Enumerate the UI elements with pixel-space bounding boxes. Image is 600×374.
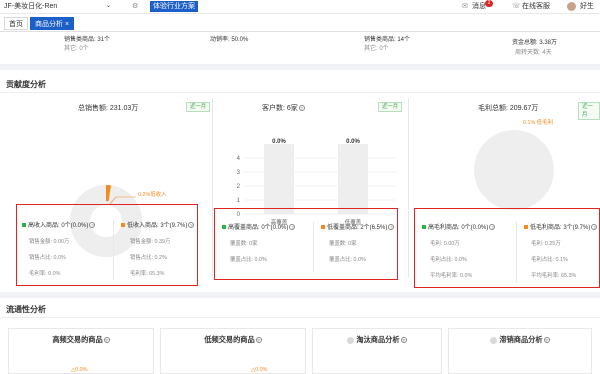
card-title: 低频交易的商品: [204, 335, 255, 344]
high-income-margin: 毛利率: 0.0%: [29, 271, 61, 277]
shop-name[interactable]: JF-美妆日化-Ren: [4, 2, 57, 11]
low-profit-margin: 平均毛利率: 65.3%: [531, 273, 577, 279]
page-tabs: 首页 商品分析 ×: [0, 14, 600, 32]
card-value: △0.0%: [251, 367, 268, 373]
high-income-title[interactable]: 高收入商品: 0个(0.0%)?: [22, 222, 96, 230]
high-coverage-count: 覆盖数: 0家: [230, 241, 258, 247]
high-profit-margin: 平均毛利率: 0.0%: [430, 273, 473, 279]
experience-button[interactable]: 体验行业方案: [150, 1, 198, 12]
high-frequency-card[interactable]: 高频交易的商品? △0.0%: [8, 328, 154, 374]
low-profit-title[interactable]: 低毛利商品: 3个(9.7%)?: [524, 224, 598, 232]
card-icon: [490, 336, 498, 344]
bar-label-high: 0.0%: [272, 139, 286, 145]
tick-label: 4: [237, 156, 241, 162]
section-title: 流通性分析: [6, 305, 46, 314]
help-icon[interactable]: ?: [543, 337, 550, 344]
low-income-label: 0.2%低收入: [138, 192, 167, 198]
turnover-days: 周转天数: 4天: [515, 50, 552, 56]
user-name[interactable]: 好生: [580, 2, 594, 11]
high-profit-title[interactable]: 高毛利商品: 0个(0.0%)?: [422, 224, 496, 232]
other-count-2: 其它: 0个: [364, 46, 389, 52]
help-icon: ?: [188, 222, 195, 229]
headset-icon[interactable]: ☏: [512, 2, 521, 11]
help-icon: ?: [89, 222, 96, 229]
move-rate: 动销率: 50.0%: [210, 37, 249, 43]
tick-label: 2: [237, 184, 241, 190]
card-title: 淘汰商品分析: [356, 335, 400, 344]
period-badge-customers[interactable]: 近一月: [378, 102, 403, 112]
sales-total: 总销售额: 231.03万: [78, 105, 139, 112]
eliminated-card[interactable]: 淘汰商品分析?: [312, 328, 442, 374]
help-icon: ?: [489, 224, 496, 231]
profit-pie: [474, 130, 554, 210]
low-coverage-count: 覆盖数: 0家: [329, 241, 357, 247]
profit-total: 毛利总额: 209.67万: [478, 105, 539, 112]
fund-total: 资金总额: 3.38万: [512, 40, 558, 46]
tick-label: 3: [237, 170, 241, 176]
low-income-margin: 毛利率: 65.3%: [130, 271, 165, 277]
high-coverage-title[interactable]: 高覆盖商品: 0个(0.0%)?: [222, 224, 296, 232]
low-income-amount: 销售金额: 0.39万: [130, 239, 171, 245]
tick-label: 1: [237, 198, 241, 204]
high-profit-ratio: 毛利占比: 0.0%: [430, 257, 467, 263]
gear-icon[interactable]: ⚙: [132, 2, 138, 11]
low-profit-label: 0.1% 低毛利: [523, 120, 553, 126]
chevron-down-icon[interactable]: ⌄: [106, 2, 111, 10]
period-badge-sales[interactable]: 近一月: [186, 102, 211, 112]
bar-high-coverage: [264, 144, 294, 214]
help-icon[interactable]: ?: [255, 337, 262, 344]
profit-pie-disc: [474, 130, 554, 210]
message-link[interactable]: 消息: [472, 2, 486, 11]
low-frequency-card[interactable]: 低频交易的商品? △0.0%: [160, 328, 306, 374]
help-icon: ?: [289, 224, 296, 231]
tab-product-analysis[interactable]: 商品分析 ×: [30, 17, 75, 30]
card-icon: [347, 336, 355, 344]
slow-moving-card[interactable]: 滞销商品分析?: [448, 328, 592, 374]
service-link[interactable]: 在线客服: [522, 2, 550, 11]
low-profit-amount: 毛利: 0.25万: [531, 241, 561, 247]
low-coverage-ratio: 覆盖占比: 0.0%: [329, 257, 366, 263]
bar-low-coverage: [338, 144, 368, 214]
message-count-badge: 2: [485, 0, 493, 7]
high-profit-amount: 毛利: 0.00万: [430, 241, 460, 247]
avatar[interactable]: [567, 2, 576, 11]
card-title: 高频交易的商品: [52, 335, 103, 344]
low-income-ratio: 销售占比: 0.2%: [130, 255, 167, 261]
low-coverage-title[interactable]: 低覆盖商品: 2个(6.5%)?: [321, 224, 395, 232]
stats-strip: 销售类商品: 31个 其它: 0个 动销率: 50.0% 销售类商品: 14个 …: [0, 32, 600, 64]
high-income-ratio: 销售占比: 0.0%: [29, 255, 66, 261]
sold-count-2: 销售类商品: 14个: [364, 37, 411, 43]
help-icon[interactable]: ?: [400, 337, 407, 344]
help-icon: ?: [388, 224, 395, 231]
card-value: △0.0%: [71, 367, 88, 373]
section-title: 贡献度分析: [6, 80, 46, 89]
low-profit-ratio: 毛利占比: 0.1%: [531, 257, 568, 263]
help-icon: ?: [298, 105, 305, 112]
customer-count: 客户数: 6家?: [262, 105, 305, 112]
help-icon[interactable]: ?: [103, 337, 110, 344]
bar-label-low: 0.0%: [346, 139, 360, 145]
tab-home[interactable]: 首页: [4, 17, 28, 30]
help-icon: ?: [591, 224, 598, 231]
low-income-title[interactable]: 低收入商品: 3个(9.7%)?: [121, 222, 195, 230]
high-coverage-ratio: 覆盖占比: 0.0%: [230, 257, 267, 263]
period-badge-profit[interactable]: 近一月: [578, 102, 600, 120]
message-icon[interactable]: ✉: [462, 2, 468, 11]
sold-count: 销售类商品: 31个: [64, 37, 111, 43]
card-title: 滞销商品分析: [499, 335, 543, 344]
other-count: 其它: 0个: [64, 46, 89, 52]
top-bar: JF-美妆日化-Ren ⌄ ⚙ 体验行业方案 ✉ 消息 2 ☏ 在线客服 好生: [0, 0, 600, 14]
high-income-amount: 销售金额: 0.00万: [29, 239, 70, 245]
